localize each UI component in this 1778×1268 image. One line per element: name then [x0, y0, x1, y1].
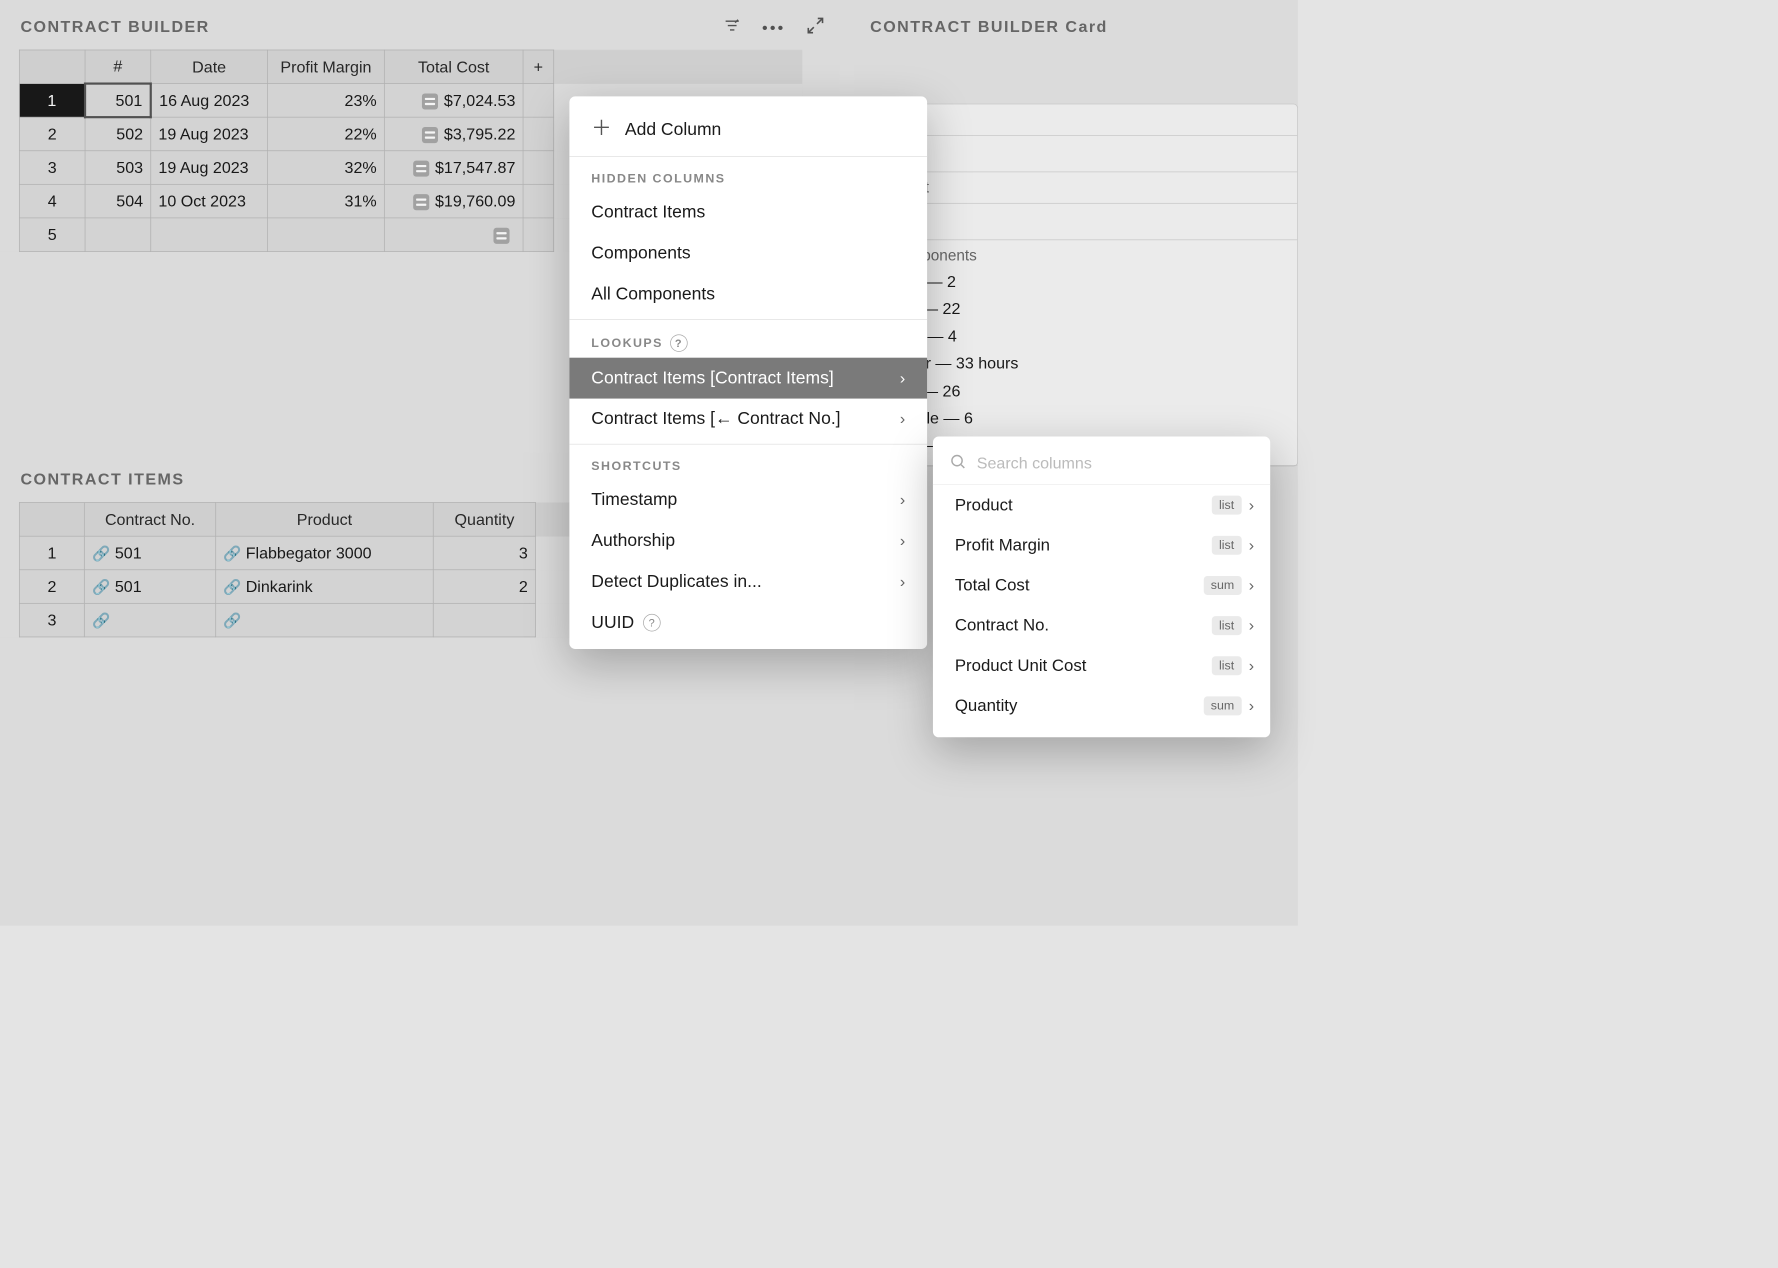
expand-icon[interactable]	[806, 16, 825, 39]
component-item: Bale — 2	[890, 268, 1284, 295]
lookup-contract-items[interactable]: Contract Items [Contract Items] ›	[569, 358, 927, 399]
chevron-right-icon: ›	[900, 572, 905, 591]
column-menu[interactable]: ＋Add Column HIDDEN COLUMNS Contract Item…	[569, 96, 927, 649]
sub-quantity[interactable]: Quantity sum›	[933, 685, 1270, 725]
hidden-contract-items[interactable]: Contract Items	[569, 192, 927, 233]
chevron-right-icon: ›	[900, 491, 905, 510]
card-field-cost: l Cost	[890, 180, 1284, 198]
link-icon: 🔗	[223, 613, 241, 629]
badge-sum: sum	[1203, 696, 1241, 715]
sub-total-cost[interactable]: Total Cost sum›	[933, 565, 1270, 605]
shortcut-timestamp[interactable]: Timestamp ›	[569, 480, 927, 521]
hidden-all-components[interactable]: All Components	[569, 274, 927, 315]
shortcut-duplicates[interactable]: Detect Duplicates in... ›	[569, 561, 927, 602]
card-body: # l Cost Components Bale — 2 Bolt — 22 C…	[876, 104, 1298, 467]
chevron-right-icon: ›	[1249, 616, 1254, 635]
chevron-right-icon: ›	[900, 410, 905, 429]
row-card-icon[interactable]	[413, 194, 429, 210]
sub-profit-margin[interactable]: Profit Margin list›	[933, 525, 1270, 565]
chevron-right-icon: ›	[1249, 495, 1254, 514]
hidden-columns-label: HIDDEN COLUMNS	[569, 161, 927, 192]
col-quantity[interactable]: Quantity	[434, 503, 536, 537]
filter-icon[interactable]	[723, 17, 742, 38]
hidden-components[interactable]: Components	[569, 233, 927, 274]
lookup-submenu[interactable]: Product list› Profit Margin list› Total …	[933, 437, 1270, 738]
lookup-contract-no[interactable]: Contract Items [← Contract No.] ›	[569, 399, 927, 440]
add-column-item[interactable]: ＋Add Column	[569, 102, 927, 152]
link-icon: 🔗	[92, 579, 110, 595]
chevron-right-icon: ›	[1249, 696, 1254, 715]
row-card-icon[interactable]	[493, 228, 509, 244]
more-icon[interactable]: •••	[762, 18, 785, 37]
col-cost[interactable]: Total Cost	[384, 50, 523, 84]
chevron-right-icon: ›	[900, 531, 905, 550]
search-icon	[949, 453, 967, 474]
component-item: Labor — 33 hours	[890, 350, 1284, 377]
badge-list: list	[1212, 495, 1242, 514]
badge-list: list	[1212, 656, 1242, 675]
chevron-right-icon: ›	[1249, 656, 1254, 675]
component-item: Nozzle — 6	[890, 404, 1284, 431]
col-pm[interactable]: Profit Margin	[268, 50, 385, 84]
badge-list: list	[1212, 535, 1242, 554]
badge-list: list	[1212, 616, 1242, 635]
help-icon[interactable]: ?	[670, 334, 688, 352]
row-card-icon[interactable]	[413, 160, 429, 176]
row-card-icon[interactable]	[422, 127, 438, 143]
lookups-label: LOOKUPS ?	[569, 324, 927, 358]
sub-unit-cost[interactable]: Product Unit Cost list›	[933, 645, 1270, 685]
shortcut-uuid[interactable]: UUID ?	[569, 602, 927, 643]
shortcuts-label: SHORTCUTS	[569, 449, 927, 480]
component-item: Nail — 26	[890, 377, 1284, 404]
col-num[interactable]: #	[85, 50, 151, 84]
badge-sum: sum	[1203, 576, 1241, 595]
col-product[interactable]: Product	[215, 503, 433, 537]
row-card-icon[interactable]	[422, 93, 438, 109]
link-icon: 🔗	[92, 546, 110, 562]
help-icon[interactable]: ?	[643, 614, 661, 632]
builder-title: CONTRACT BUILDER	[0, 0, 840, 50]
sub-product[interactable]: Product list›	[933, 485, 1270, 525]
link-icon: 🔗	[223, 579, 241, 595]
add-column-button[interactable]: +	[523, 50, 554, 84]
col-date[interactable]: Date	[151, 50, 268, 84]
sub-contract-no[interactable]: Contract No. list›	[933, 605, 1270, 645]
link-icon: 🔗	[92, 613, 110, 629]
card-field-num: #	[890, 112, 1284, 130]
search-input[interactable]	[977, 454, 1254, 473]
component-item: Chip — 4	[890, 323, 1284, 350]
plus-icon: ＋	[591, 117, 611, 140]
shortcut-authorship[interactable]: Authorship ›	[569, 520, 927, 561]
link-icon: 🔗	[223, 546, 241, 562]
card-field-components: Components	[890, 247, 1284, 265]
chevron-right-icon: ›	[900, 369, 905, 388]
col-contract-no[interactable]: Contract No.	[85, 503, 216, 537]
chevron-right-icon: ›	[1249, 576, 1254, 595]
chevron-right-icon: ›	[1249, 535, 1254, 554]
component-item: Bolt — 22	[890, 295, 1284, 322]
card-title: CONTRACT BUILDER Card	[854, 0, 1298, 50]
